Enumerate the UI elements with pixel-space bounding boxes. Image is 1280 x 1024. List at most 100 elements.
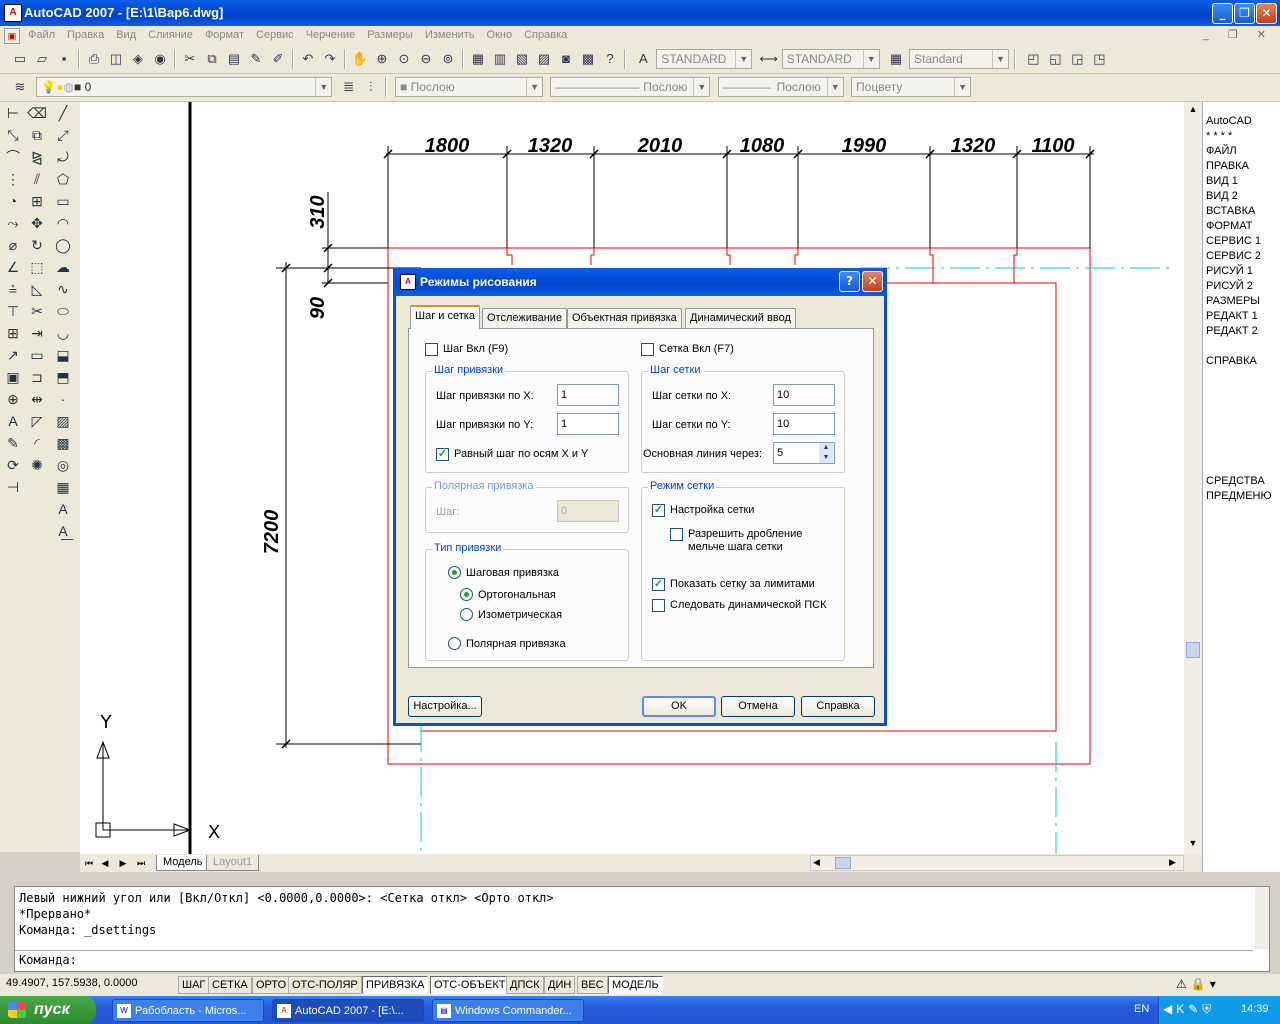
menu-file[interactable]: Файл	[22, 26, 61, 44]
point-icon[interactable]: ·	[52, 388, 74, 410]
dialog-close-button[interactable]: ✕	[862, 271, 883, 292]
undo-icon[interactable]: ↶	[298, 49, 318, 69]
menu-format[interactable]: Формат	[199, 26, 250, 44]
quick-dim-icon[interactable]: ⩮	[2, 278, 24, 300]
major-line-spinner-icon[interactable]: ▲ ▼	[819, 443, 833, 463]
stretch-icon[interactable]: ◺	[26, 278, 48, 300]
menu-window[interactable]: Окно	[481, 26, 519, 44]
dim-style-tool-icon[interactable]: ⊣	[2, 476, 24, 498]
linear-dim-icon[interactable]: ⊢	[2, 102, 24, 124]
menu-help[interactable]: Справка	[518, 26, 573, 44]
block-editor-icon[interactable]: ✐	[268, 49, 288, 69]
table-style-icon[interactable]: ▦	[886, 49, 906, 69]
prev-tab-icon[interactable]: ◀	[98, 856, 112, 870]
follow-dynamic-ucs-checkbox[interactable]	[652, 599, 665, 612]
linetype-select[interactable]: ——————— Послою ▼	[550, 77, 711, 97]
ducs-toggle[interactable]: ДПСК	[506, 976, 544, 994]
allow-subdivision-checkbox[interactable]	[670, 528, 683, 541]
tile-icon[interactable]: ◰	[1023, 49, 1043, 69]
menu-edit[interactable]: Правка	[61, 26, 110, 44]
lineweight-select[interactable]: ———— Послою ▼	[717, 77, 844, 97]
menu-view[interactable]: Вид	[110, 26, 142, 44]
rectangle-icon[interactable]: ▭	[52, 190, 74, 212]
text-style-icon[interactable]: A	[633, 49, 653, 69]
hatch-icon[interactable]: ▨	[52, 410, 74, 432]
screen-menu-autocad[interactable]: AutoCAD	[1206, 114, 1252, 129]
arc-length-icon[interactable]: ⌒	[2, 146, 24, 168]
region-icon[interactable]: ◎	[52, 454, 74, 476]
make-current-icon[interactable]: ≣	[339, 77, 359, 97]
ortho-toggle[interactable]: ОРТО	[252, 976, 291, 994]
spline-icon[interactable]: ∿	[52, 278, 74, 300]
screen-menu-tools1[interactable]: СЕРВИС 1	[1206, 234, 1261, 249]
arrange-icon[interactable]: ◲	[1067, 49, 1087, 69]
command-prompt[interactable]: Команда:	[19, 953, 77, 967]
last-tab-icon[interactable]: ⏭	[134, 856, 148, 870]
options-button[interactable]: Настройка...	[408, 696, 482, 717]
tray-status-icons[interactable]: ⚠🔒▾	[1176, 977, 1220, 991]
move-icon[interactable]: ✥	[26, 212, 48, 234]
task-autocad[interactable]: A AutoCAD 2007 - [E:\...	[272, 999, 424, 1022]
scroll-left-icon[interactable]: ◀	[813, 857, 820, 868]
menu-tools[interactable]: Сервис	[250, 26, 300, 44]
text-style-select[interactable]: STANDARD ▼	[656, 49, 753, 69]
revcloud-icon[interactable]: ☁	[52, 256, 74, 278]
tray-icons[interactable]: ◀K✎⛨	[1163, 1002, 1215, 1017]
trim-icon[interactable]: ✂	[26, 300, 48, 322]
dim-style-icon[interactable]: ⟷	[759, 49, 779, 69]
baseline-icon[interactable]: ⊤	[2, 300, 24, 322]
break-icon[interactable]: ⊐	[26, 366, 48, 388]
document-icon[interactable]: ▣	[4, 28, 20, 44]
screen-menu-insert[interactable]: ВСТАВКА	[1206, 204, 1255, 219]
snap-on-checkbox[interactable]	[425, 343, 438, 356]
properties-icon[interactable]: ▦	[468, 49, 488, 69]
center-mark-icon[interactable]: ⊕	[2, 388, 24, 410]
screen-menu-modify2[interactable]: РЕДАКТ 2	[1206, 324, 1258, 339]
polygon-icon[interactable]: ⬠	[52, 168, 74, 190]
tab-polar-tracking[interactable]: Отслеживание	[482, 308, 568, 328]
new-icon[interactable]: ▭	[10, 49, 30, 69]
equal-spacing-checkbox[interactable]: ✓	[436, 448, 449, 461]
leader-icon[interactable]: ↗	[2, 344, 24, 366]
chamfer-icon[interactable]: ◸	[26, 410, 48, 432]
help-icon[interactable]: ?	[600, 49, 620, 69]
hscroll-thumb[interactable]	[835, 857, 851, 869]
publish-icon[interactable]: ◈	[128, 49, 148, 69]
tab-dynamic-input[interactable]: Динамический ввод	[685, 308, 796, 328]
grid-y-input[interactable]: 10	[773, 413, 835, 435]
mdi-window-controls[interactable]: _ ❐ ✕	[1203, 28, 1274, 41]
command-scrollbar[interactable]	[1255, 887, 1269, 949]
arc-icon[interactable]: ◠	[52, 212, 74, 234]
screen-menu-format[interactable]: ФОРМАТ	[1206, 219, 1253, 234]
adaptive-grid-checkbox[interactable]: ✓	[652, 504, 665, 517]
zoom-window-icon[interactable]: ⊙	[394, 49, 414, 69]
screen-menu-tools2[interactable]: СЕРВИС 2	[1206, 249, 1261, 264]
screen-menu-dimension[interactable]: РАЗМЕРЫ	[1206, 294, 1260, 309]
angular-icon[interactable]: ∠	[2, 256, 24, 278]
horizontal-scrollbar[interactable]: ◀ ▶	[810, 855, 1184, 871]
ok-button[interactable]: OK	[642, 696, 716, 717]
tab-layout1[interactable]: Layout1	[206, 855, 260, 871]
grid-toggle[interactable]: СЕТКА	[208, 976, 252, 994]
osnap-toggle[interactable]: ПРИВЯЗКА	[362, 976, 429, 994]
circle-icon[interactable]: ◯	[52, 234, 74, 256]
tab-snap-grid[interactable]: Шаг и сетка	[410, 305, 480, 329]
screen-menu-view2[interactable]: ВИД 2	[1206, 189, 1238, 204]
scroll-up-icon[interactable]: ▲	[1186, 104, 1200, 118]
snap-x-input[interactable]: 1	[557, 384, 619, 406]
dtext-icon[interactable]: A͟	[52, 520, 74, 542]
line-icon[interactable]: ╱	[52, 102, 74, 124]
menu-modify[interactable]: Изменить	[419, 26, 481, 44]
cut-icon[interactable]: ✂	[180, 49, 200, 69]
screen-menu-modify1[interactable]: РЕДАКТ 1	[1206, 309, 1258, 324]
grid-on-checkbox[interactable]	[641, 343, 654, 356]
tab-model[interactable]: Модель	[156, 855, 210, 871]
rectangular-snap-radio[interactable]	[460, 588, 473, 601]
dyn-toggle[interactable]: ДИН	[544, 976, 576, 994]
insert-block-icon[interactable]: ⬓	[52, 344, 74, 366]
first-tab-icon[interactable]: ⏮	[82, 856, 96, 870]
command-window[interactable]: Левый нижний угол или [Вкл/Откл] <0.0000…	[14, 886, 1270, 972]
close-button[interactable]: ✕	[1256, 3, 1277, 24]
color-select[interactable]: ■ Послою ▼	[395, 77, 544, 97]
lwt-toggle[interactable]: ВЕС	[577, 976, 608, 994]
